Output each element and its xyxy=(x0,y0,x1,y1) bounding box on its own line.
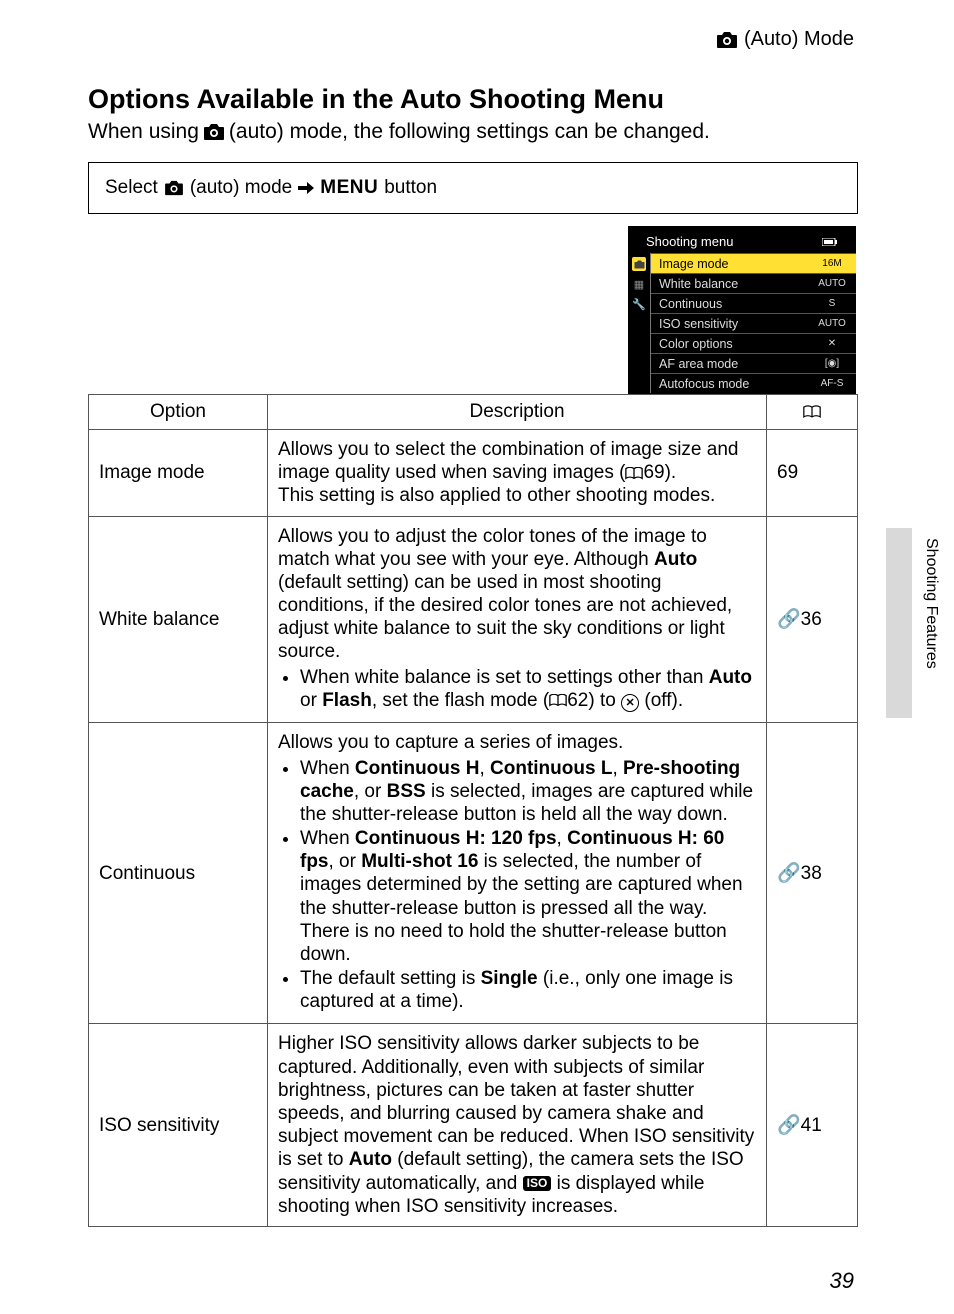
option-name: White balance xyxy=(89,516,268,723)
table-row: White balance Allows you to adjust the c… xyxy=(89,516,858,723)
list-item: When white balance is set to settings ot… xyxy=(300,666,756,713)
screen-item-value: AUTO xyxy=(818,278,846,289)
screen-body: ▦ 🔧 Image mode 16M White balance AUTO Contin… xyxy=(628,253,856,393)
screen-title-bar: Shooting menu xyxy=(628,230,856,253)
option-ref: 🔗38 xyxy=(767,723,858,1024)
screen-item-label: ISO sensitivity xyxy=(659,317,738,331)
screen-menu-list: Image mode 16M White balance AUTO Continuous… xyxy=(650,253,856,393)
header-mode: (Auto) Mode xyxy=(716,28,854,51)
screen-item-label: Image mode xyxy=(659,257,728,271)
flash-off-icon: ✕ xyxy=(621,694,639,712)
section-title: Options Available in the Auto Shooting M… xyxy=(88,84,664,115)
camera-tab-icon xyxy=(632,257,646,271)
screen-menu-item: Continuous S xyxy=(651,293,856,313)
select-mid: (auto) mode xyxy=(190,177,292,199)
table-header-row: Option Description xyxy=(89,395,858,430)
side-tab xyxy=(886,528,912,718)
table-row: Continuous Allows you to capture a serie… xyxy=(89,723,858,1024)
option-name: ISO sensitivity xyxy=(89,1024,268,1226)
select-post: button xyxy=(384,177,437,199)
list-item: When Continuous H: 120 fps, Continuous H… xyxy=(300,827,756,966)
list-item: The default setting is Single (i.e., onl… xyxy=(300,967,756,1013)
col-option: Option xyxy=(89,395,268,430)
options-table: Option Description Image mode Allows you… xyxy=(88,394,858,1227)
screen-menu-item: Color options ✕ xyxy=(651,333,856,353)
option-name: Image mode xyxy=(89,430,268,517)
link-icon: 🔗 xyxy=(777,1115,801,1136)
camera-icon xyxy=(716,31,738,49)
setup-tab-icon: 🔧 xyxy=(632,297,646,311)
book-icon xyxy=(625,467,643,480)
bullet-list: When Continuous H, Continuous L, Pre-sho… xyxy=(278,757,756,1014)
link-icon: 🔗 xyxy=(777,863,801,884)
camera-icon xyxy=(203,123,225,141)
camera-icon xyxy=(164,180,184,196)
intro-post: (auto) mode, the following settings can … xyxy=(229,120,710,144)
option-description: Allows you to adjust the color tones of … xyxy=(268,516,767,723)
option-ref: 🔗36 xyxy=(767,516,858,723)
book-icon xyxy=(549,694,567,707)
option-description: Allows you to select the combination of … xyxy=(268,430,767,517)
screen-menu-item: Image mode 16M xyxy=(651,253,856,273)
table-row: ISO sensitivity Higher ISO sensitivity a… xyxy=(89,1024,858,1226)
screen-menu-item: ISO sensitivity AUTO xyxy=(651,313,856,333)
iso-badge-icon: ISO xyxy=(523,1176,552,1191)
playback-tab-icon: ▦ xyxy=(632,277,646,291)
intro-text: When using (auto) mode, the following se… xyxy=(88,120,710,144)
screen-item-value: [◉] xyxy=(818,358,846,369)
select-pre: Select xyxy=(105,177,158,199)
header-mode-label: (Auto) Mode xyxy=(744,28,854,51)
option-ref: 69 xyxy=(767,430,858,517)
book-icon xyxy=(803,404,821,420)
option-ref: 🔗41 xyxy=(767,1024,858,1226)
option-name: Continuous xyxy=(89,723,268,1024)
table-row: Image mode Allows you to select the comb… xyxy=(89,430,858,517)
page-number: 39 xyxy=(830,1268,854,1294)
side-section-label: Shooting Features xyxy=(922,538,940,669)
screen-item-label: AF area mode xyxy=(659,357,738,371)
list-item: When Continuous H, Continuous L, Pre-sho… xyxy=(300,757,756,827)
option-description: Higher ISO sensitivity allows darker sub… xyxy=(268,1024,767,1226)
link-icon: 🔗 xyxy=(777,609,801,630)
option-description: Allows you to capture a series of images… xyxy=(268,723,767,1024)
battery-icon xyxy=(822,238,838,246)
screen-item-label: Continuous xyxy=(659,297,722,311)
screen-item-label: Autofocus mode xyxy=(659,377,749,391)
select-instruction-box: Select (auto) mode MENU button xyxy=(88,162,858,214)
manual-page: (Auto) Mode Options Available in the Aut… xyxy=(0,0,954,1314)
screen-menu-item: Autofocus mode AF-S xyxy=(651,373,856,393)
camera-screen-illustration: Shooting menu ▦ 🔧 Image mode 16M White bal… xyxy=(628,226,856,401)
screen-item-value: ✕ xyxy=(818,338,846,349)
bullet-list: When white balance is set to settings ot… xyxy=(278,666,756,713)
screen-item-label: Color options xyxy=(659,337,733,351)
screen-menu-item: White balance AUTO xyxy=(651,273,856,293)
screen-menu-item: AF area mode [◉] xyxy=(651,353,856,373)
col-reference xyxy=(767,395,858,430)
screen-item-value: AF-S xyxy=(818,378,846,389)
arrow-right-icon xyxy=(298,181,314,195)
screen-item-value: AUTO xyxy=(818,318,846,329)
screen-item-label: White balance xyxy=(659,277,738,291)
intro-pre: When using xyxy=(88,120,199,144)
screen-title: Shooting menu xyxy=(646,234,733,249)
menu-button-label: MENU xyxy=(320,177,378,199)
screen-item-value: S xyxy=(818,298,846,309)
col-description: Description xyxy=(268,395,767,430)
screen-item-value: 16M xyxy=(818,258,846,269)
screen-tab-icons: ▦ 🔧 xyxy=(628,253,650,393)
